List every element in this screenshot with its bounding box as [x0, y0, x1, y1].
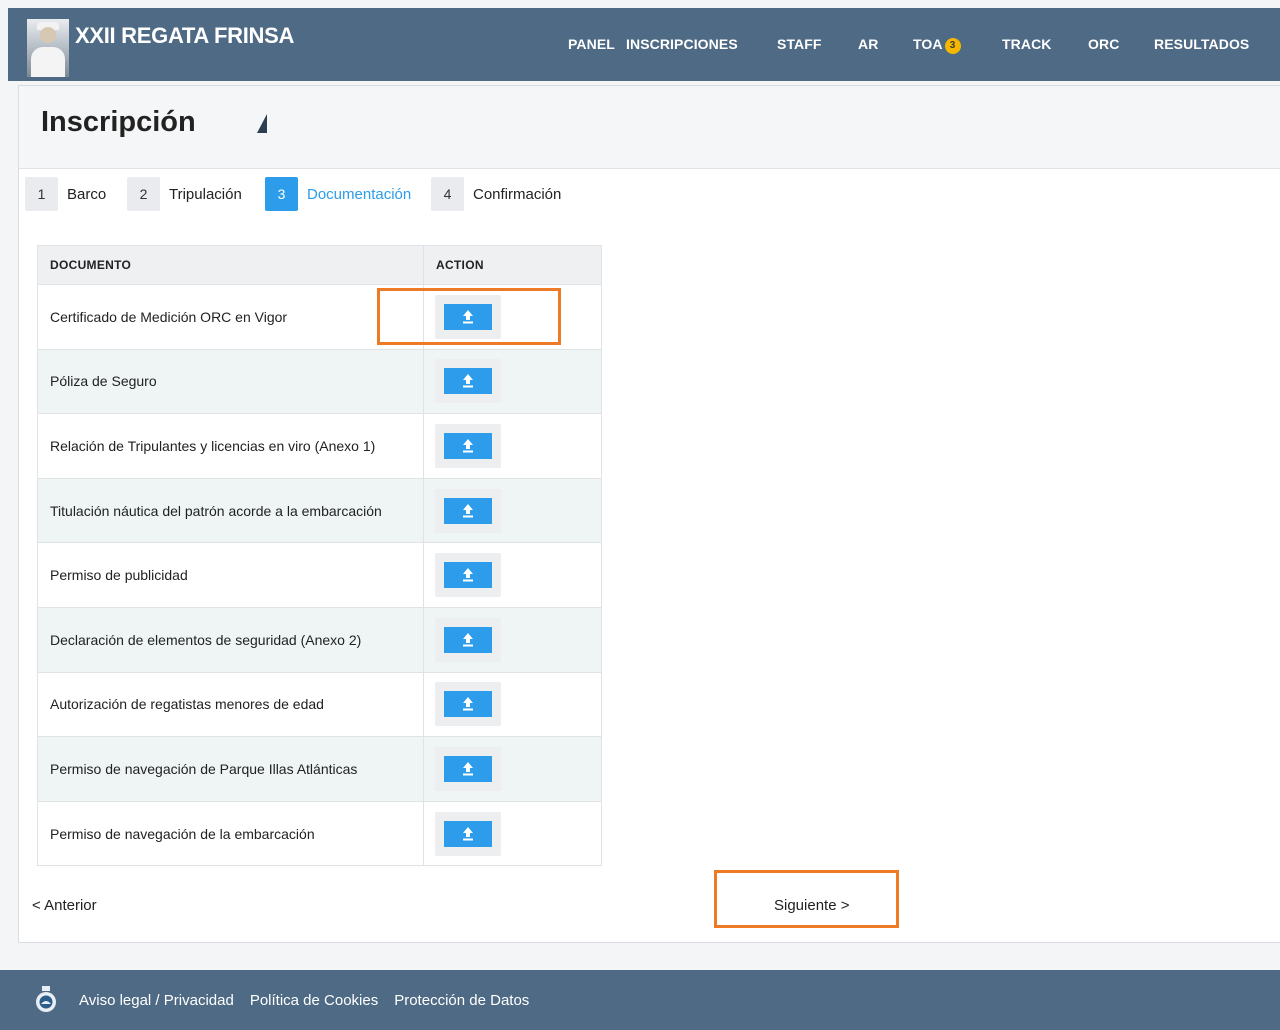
table-row: Permiso de navegación de la embarcación — [37, 800, 602, 867]
step-confirmacion[interactable]: 4 Confirmación — [431, 177, 561, 211]
step-label: Documentación — [307, 185, 412, 203]
toa-count-badge: 3 — [944, 38, 961, 54]
table-row: Certificado de Medición ORC en Vigor — [37, 284, 602, 350]
upload-button[interactable] — [444, 626, 492, 653]
table-row: Autorización de regatistas menores de ed… — [37, 671, 602, 738]
step-number: 1 — [25, 177, 58, 211]
footer: Aviso legal / Privacidad Política de Coo… — [0, 970, 1280, 1030]
step-number: 3 — [265, 177, 298, 211]
upload-arrow-icon — [463, 309, 473, 324]
step-number: 4 — [431, 177, 464, 211]
step-label: Barco — [67, 185, 107, 203]
table-row: Permiso de navegación de Parque Illas At… — [37, 736, 602, 802]
table-header-row: DOCUMENTO ACTION — [37, 245, 602, 285]
step-documentacion[interactable]: 3 Documentación — [265, 177, 411, 211]
upload-arrow-icon — [463, 632, 473, 647]
next-button[interactable]: Siguiente > — [774, 897, 849, 914]
nav-toa[interactable]: TOA 3 — [913, 36, 961, 54]
footer-link-cookies[interactable]: Política de Cookies — [250, 992, 378, 1009]
document-name: Autorización de regatistas menores de ed… — [37, 671, 424, 738]
page-title: Inscripción — [41, 106, 196, 138]
upload-button[interactable] — [444, 820, 492, 847]
table-row: Declaración de elementos de seguridad (A… — [37, 606, 602, 673]
nav-ar[interactable]: AR — [858, 36, 878, 52]
club-crest-icon — [36, 986, 56, 1012]
step-label: Tripulación — [169, 185, 242, 203]
step-number: 2 — [127, 177, 160, 211]
nav-track[interactable]: TRACK — [1002, 36, 1052, 52]
registration-panel: Inscripción 1 Barco 2 Tripulación 3 Docu… — [18, 85, 1280, 943]
document-name: Póliza de Seguro — [37, 348, 424, 415]
table-row: Póliza de Seguro — [37, 348, 602, 415]
upload-arrow-icon — [463, 826, 473, 841]
upload-button[interactable] — [444, 368, 492, 395]
table-row: Permiso de publicidad — [37, 542, 602, 608]
upload-button[interactable] — [444, 303, 492, 330]
upload-button[interactable] — [444, 497, 492, 524]
column-header-action: ACTION — [423, 245, 602, 285]
nav-orc[interactable]: ORC — [1088, 36, 1119, 52]
document-name: Permiso de navegación de la embarcación — [37, 800, 424, 867]
upload-arrow-icon — [463, 503, 473, 518]
upload-arrow-icon — [463, 568, 473, 582]
nav-toa-label: TOA — [913, 36, 943, 52]
previous-link[interactable]: < Anterior — [32, 897, 97, 914]
upload-button[interactable] — [444, 432, 492, 459]
footer-link-legal[interactable]: Aviso legal / Privacidad — [79, 992, 234, 1009]
upload-arrow-icon — [463, 374, 473, 388]
upload-button[interactable] — [444, 755, 492, 782]
nav-staff[interactable]: STAFF — [777, 36, 822, 52]
document-name: Declaración de elementos de seguridad (A… — [37, 606, 424, 673]
step-barco[interactable]: 1 Barco — [25, 177, 106, 211]
document-name: Titulación náutica del patrón acorde a l… — [37, 477, 424, 544]
upload-arrow-icon — [463, 438, 473, 453]
main-nav: PANEL INSCRIPCIONES STAFF AR TOA 3 TRACK … — [8, 8, 1280, 81]
step-tripulacion[interactable]: 2 Tripulación — [127, 177, 242, 211]
nav-inscripciones[interactable]: INSCRIPCIONES — [626, 36, 738, 52]
upload-button[interactable] — [444, 562, 492, 589]
table-row: Relación de Tripulantes y licencias en v… — [37, 413, 602, 479]
document-name: Permiso de navegación de Parque Illas At… — [37, 736, 424, 802]
nav-panel[interactable]: PANEL — [568, 36, 615, 52]
upload-arrow-icon — [463, 697, 473, 711]
document-name: Relación de Tripulantes y licencias en v… — [37, 413, 424, 479]
step-label: Confirmación — [473, 185, 562, 203]
document-name: Permiso de publicidad — [37, 542, 424, 608]
upload-arrow-icon — [463, 761, 473, 776]
nav-resultados[interactable]: RESULTADOS — [1154, 36, 1249, 52]
sail-icon — [257, 114, 267, 133]
footer-link-data-protection[interactable]: Protección de Datos — [394, 992, 529, 1009]
upload-button[interactable] — [444, 691, 492, 718]
top-navbar: XXII REGATA FRINSA PANEL INSCRIPCIONES S… — [8, 8, 1280, 81]
panel-header: Inscripción — [19, 86, 1280, 169]
document-name: Certificado de Medición ORC en Vigor — [37, 284, 424, 350]
column-header-documento: DOCUMENTO — [37, 245, 424, 285]
table-row: Titulación náutica del patrón acorde a l… — [37, 477, 602, 544]
documents-table: DOCUMENTO ACTION Certificado de Medición… — [37, 245, 602, 867]
